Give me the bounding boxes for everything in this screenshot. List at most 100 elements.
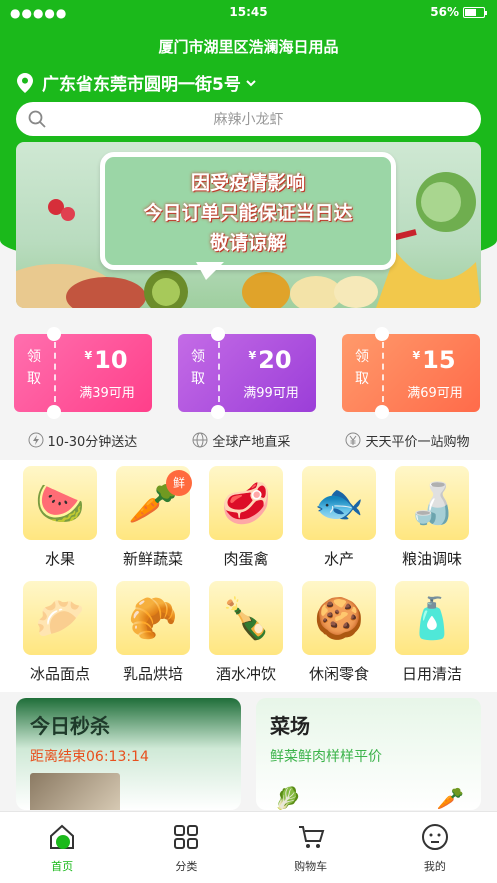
location-selector[interactable]: 广东省东莞市圆明一街5号: [16, 70, 257, 95]
location-pin-icon: [17, 72, 33, 93]
notice-board-tail: [196, 262, 224, 280]
category-label: 新鲜蔬菜: [122, 550, 183, 568]
coupon-notch: [375, 327, 389, 341]
category-frozen[interactable]: 🥟 冰品面点: [18, 581, 102, 691]
coupon-value: 15: [422, 346, 456, 374]
coupon-divider: [382, 342, 384, 402]
coupon-claim-char: 取: [191, 371, 205, 387]
category-label: 酒水冲饮: [215, 665, 276, 683]
coupon-claim-label: 领 取: [352, 346, 372, 390]
category-snacks[interactable]: 🍪 休闲零食: [297, 581, 381, 691]
coupon-claim-label: 领 取: [188, 346, 208, 390]
coupon-value: 10: [94, 346, 128, 374]
category-label: 冰品面点: [29, 665, 90, 683]
category-glyph: 🐟: [314, 480, 364, 527]
status-time: 15:45: [229, 5, 268, 19]
category-grain-oil[interactable]: 🍶 粮油调味: [390, 466, 474, 576]
location-address: 广东省东莞市圆明一街5号: [42, 75, 241, 95]
feature-label: 10-30分钟送达: [47, 434, 138, 450]
dumpling-icon: 🥟: [23, 581, 97, 655]
market-card[interactable]: 菜场 鲜菜鲜肉样样平价 🥬 🥕: [256, 698, 481, 810]
battery-icon: [463, 6, 487, 18]
status-bar: ●●●●● 15:45 56%: [0, 0, 497, 26]
category-seafood[interactable]: 🐟 水产: [297, 466, 381, 576]
carrot-icon: 🥕: [436, 787, 464, 810]
coupon-amount: ¥20: [230, 346, 310, 374]
flash-sale-card[interactable]: 今日秒杀 距离结束06:13:14: [16, 698, 241, 810]
flash-sale-title: 今日秒杀: [30, 714, 110, 738]
meat-icon: 🥩: [209, 466, 283, 540]
category-grid: 🍉 水果 🥕 鲜 新鲜蔬菜 🥩 肉蛋禽 🐟 水产 🍶 粮油调味 🥟 冰品面点 🥐 …: [0, 460, 497, 692]
bread-icon: 🥐: [116, 581, 190, 655]
category-fruit[interactable]: 🍉 水果: [18, 466, 102, 576]
category-glyph: 🥩: [221, 480, 271, 527]
category-label: 水产: [323, 550, 354, 568]
tab-home[interactable]: 首页: [0, 812, 124, 883]
market-produce-image: 🥬 🥕: [274, 782, 464, 810]
snack-icon: 🍪: [302, 581, 376, 655]
coupon-card[interactable]: 领 取 ¥20 满99可用: [178, 327, 316, 419]
category-cleaning[interactable]: 🧴 日用清洁: [390, 581, 474, 691]
category-glyph: 🥟: [35, 595, 85, 642]
lightning-icon: [28, 432, 44, 448]
coupon-card[interactable]: 领 取 ¥10 满39可用: [14, 327, 152, 419]
category-glyph: 🧴: [407, 595, 457, 642]
home-icon: [50, 824, 75, 849]
currency-symbol: ¥: [412, 349, 421, 362]
category-vegetables[interactable]: 🥕 鲜 新鲜蔬菜: [111, 466, 195, 576]
tab-label: 首页: [51, 860, 74, 873]
category-glyph: 🍾: [221, 595, 271, 642]
search-bar[interactable]: 麻辣小龙虾: [16, 102, 481, 136]
detergent-icon: 🧴: [395, 581, 469, 655]
category-dairy-bakery[interactable]: 🥐 乳品烘培: [111, 581, 195, 691]
coupon-claim-char: 取: [27, 371, 41, 387]
search-input[interactable]: 麻辣小龙虾: [16, 109, 481, 129]
category-label: 休闲零食: [308, 665, 369, 683]
cart-icon: [298, 826, 324, 848]
coupon-claim-label: 领 取: [24, 346, 44, 390]
coupon-claim-char: 领: [355, 349, 369, 365]
promo-banner[interactable]: 因受疫情影响 今日订单只能保证当日达 敬请谅解: [16, 142, 481, 308]
banner-line-2: 今日订单只能保证当日达: [143, 202, 353, 224]
tab-profile[interactable]: 我的: [373, 812, 497, 883]
fish-icon: 🐟: [302, 466, 376, 540]
feature-label: 天天平价一站购物: [365, 434, 470, 450]
vegetable-icon: 🥬: [274, 787, 302, 810]
service-features: 10-30分钟送达 全球产地直采 天天平价一站购物: [0, 429, 497, 451]
category-meat-eggs[interactable]: 🥩 肉蛋禽: [204, 466, 288, 576]
coupon-list: 领 取 ¥10 满39可用 领 取 ¥20 满99可用 领 取 ¥15 满69可…: [0, 327, 497, 419]
drink-bottle-icon: 🍾: [209, 581, 283, 655]
feature-delivery: 10-30分钟送达: [28, 431, 138, 450]
category-label: 日用清洁: [401, 665, 462, 683]
globe-icon: [192, 432, 208, 448]
bottom-tab-bar: 首页 分类 购物车 我的: [0, 811, 497, 883]
category-glyph: 🍉: [35, 480, 85, 527]
coupon-notch: [211, 327, 225, 341]
currency-symbol: ¥: [248, 349, 257, 362]
battery-status: 56%: [430, 5, 487, 19]
chevron-down-icon: [246, 79, 256, 86]
vegetable-icon: 🥕 鲜: [116, 466, 192, 540]
coupon-claim-char: 领: [27, 349, 41, 365]
tab-label: 分类: [175, 860, 198, 873]
coupon-condition: 满69可用: [407, 386, 463, 401]
coupon-notch: [47, 327, 61, 341]
coupon-notch: [211, 405, 225, 419]
coupon-value: 20: [258, 346, 292, 374]
market-subtitle: 鲜菜鲜肉样样平价: [270, 749, 382, 765]
grid-icon: [174, 825, 199, 849]
coupon-notch: [47, 405, 61, 419]
coupon-claim-char: 取: [355, 371, 369, 387]
banner-line-3: 敬请谅解: [209, 232, 286, 254]
yen-icon: [345, 432, 361, 448]
tab-cart[interactable]: 购物车: [249, 812, 373, 883]
feature-global: 全球产地直采: [192, 431, 290, 450]
coupon-card[interactable]: 领 取 ¥15 满69可用: [342, 327, 480, 419]
flash-sale-product-image: [30, 773, 120, 810]
coupon-condition: 满39可用: [79, 386, 135, 401]
coupon-condition: 满99可用: [243, 386, 299, 401]
battery-percentage: 56%: [430, 5, 459, 19]
category-label: 水果: [44, 550, 75, 568]
category-drinks[interactable]: 🍾 酒水冲饮: [204, 581, 288, 691]
tab-category[interactable]: 分类: [124, 812, 248, 883]
